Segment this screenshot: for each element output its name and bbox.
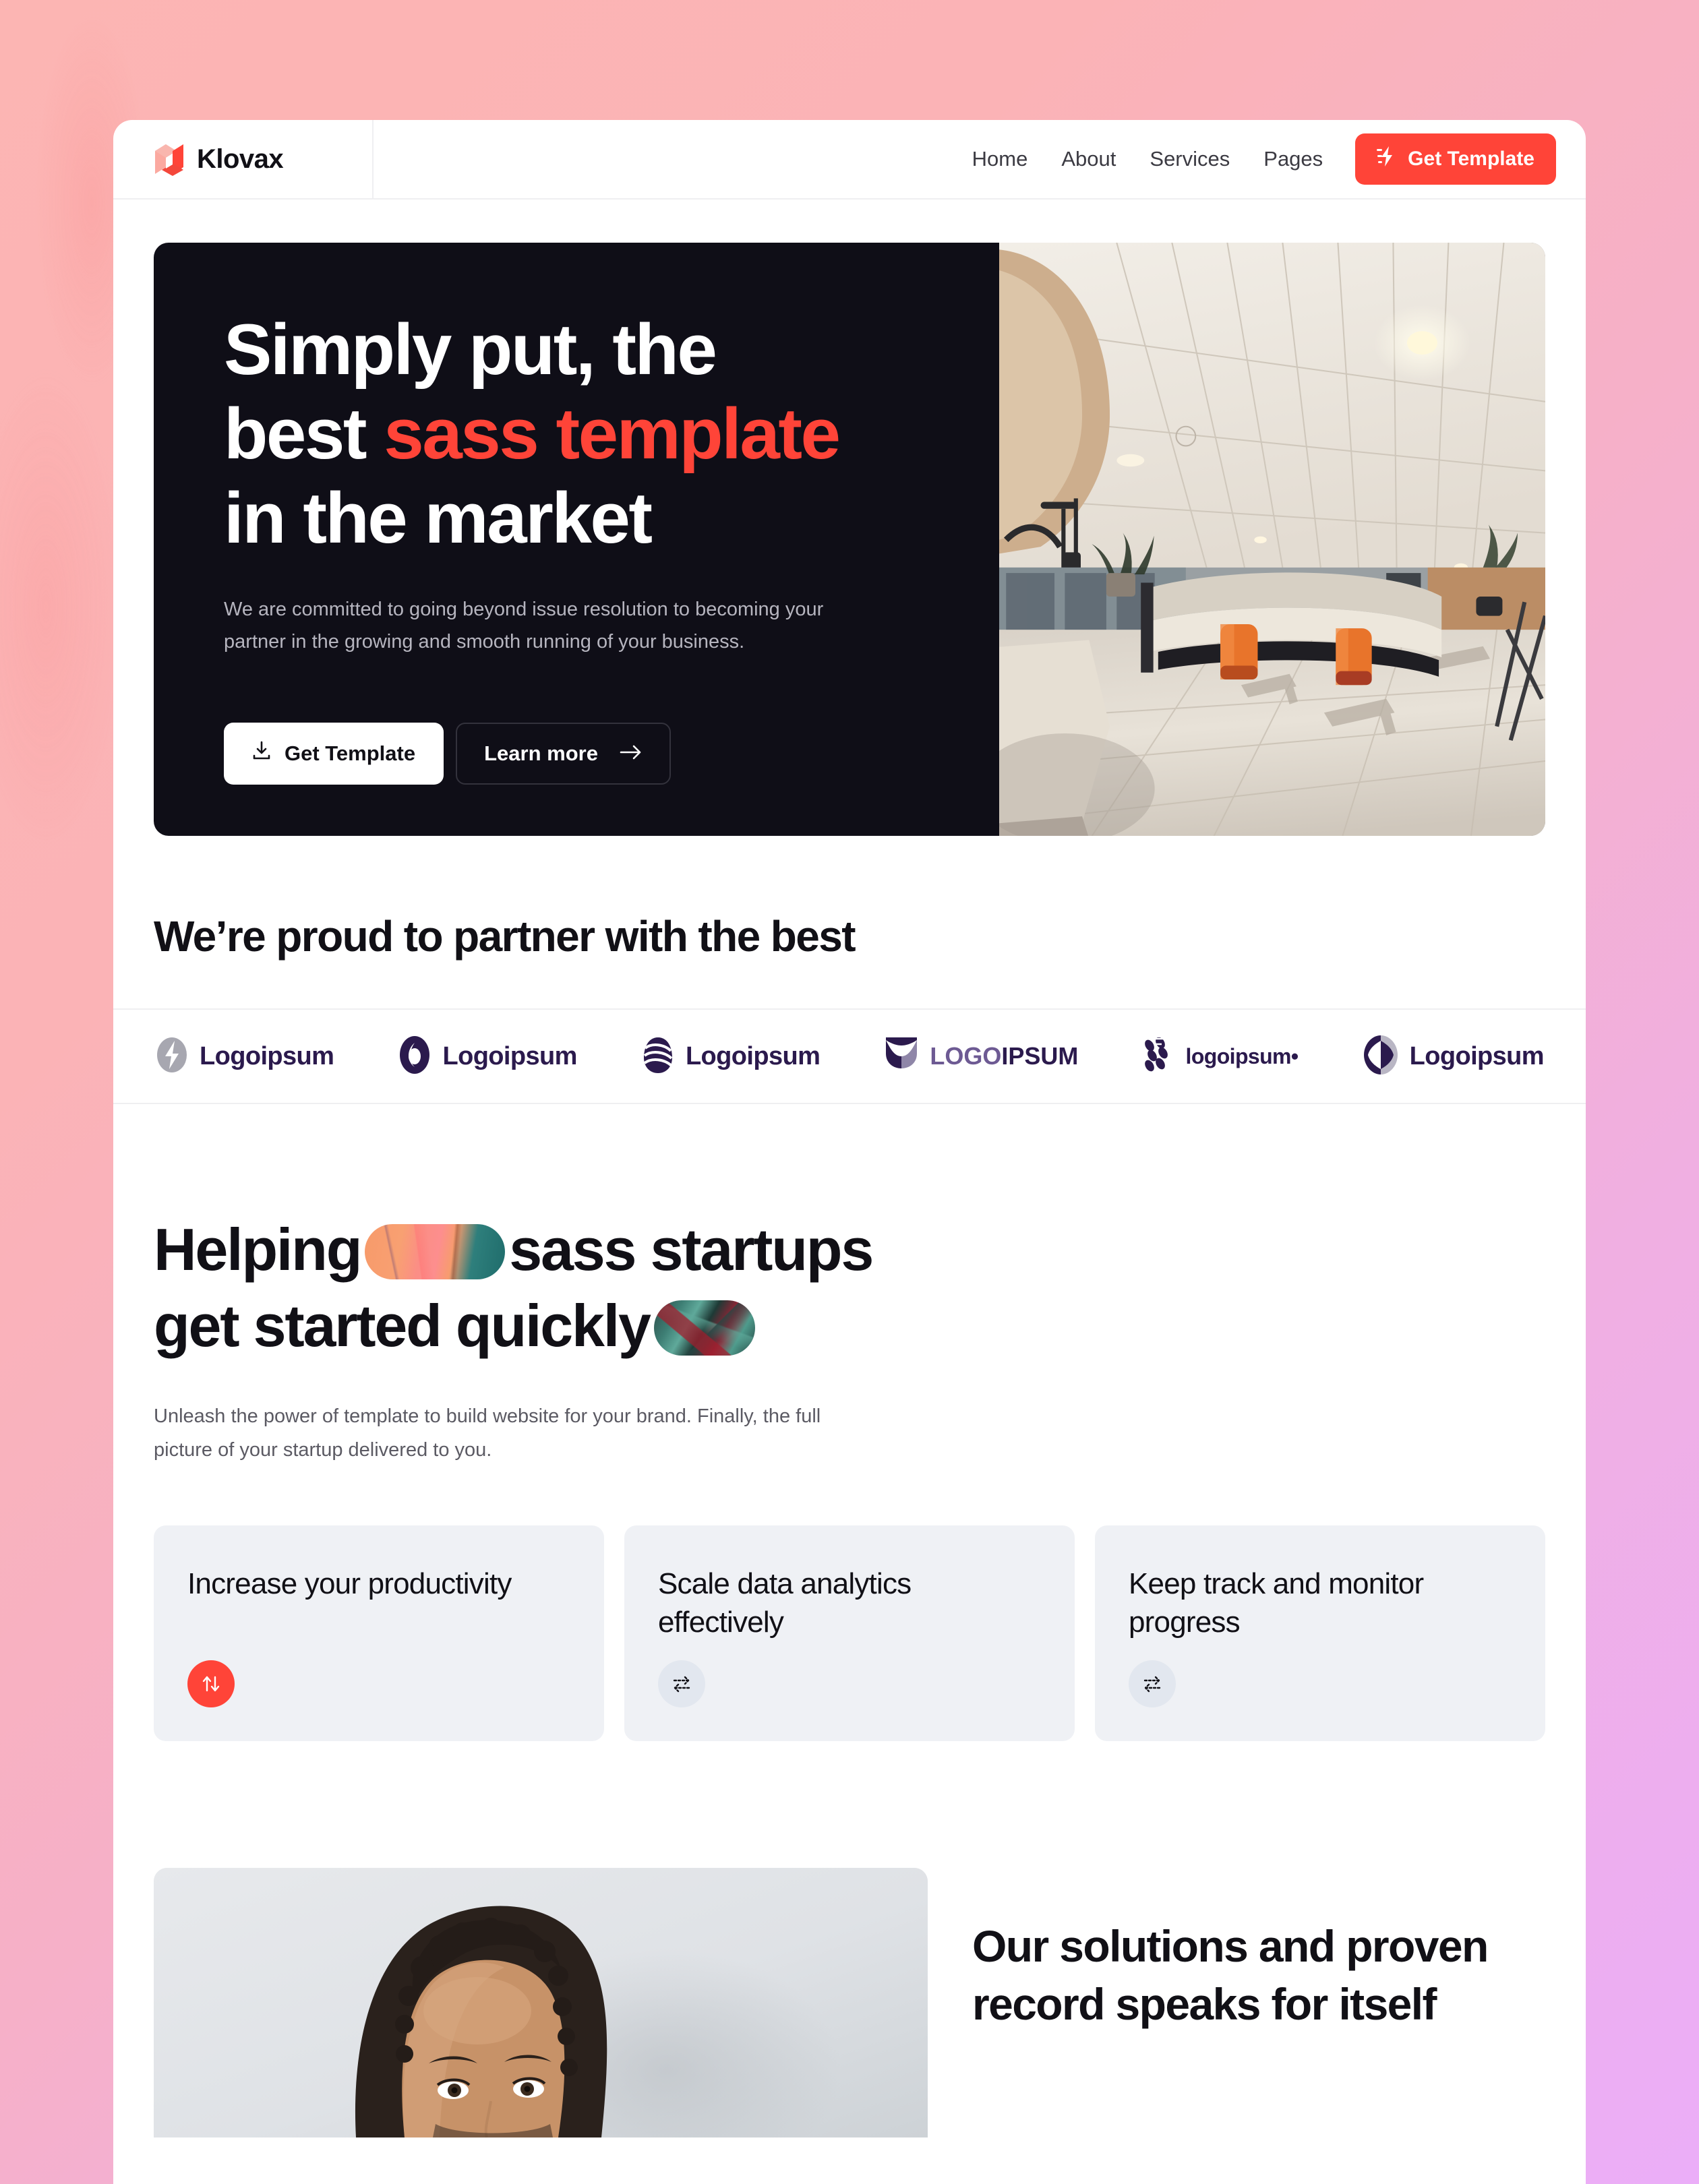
navbar: Klovax Home About Services Pages Get Tem… <box>113 120 1586 200</box>
hero-title-line3: in the market <box>224 477 653 559</box>
brand-logo[interactable]: Klovax <box>113 120 374 198</box>
helping-subtitle: Unleash the power of template to build w… <box>154 1405 821 1461</box>
hero-title-accent: sass template <box>384 393 841 475</box>
nav-link-pages[interactable]: Pages <box>1263 147 1323 171</box>
oval-drop-logo-icon <box>398 1035 431 1079</box>
feature-card-2-title: Scale data analytics effectively <box>658 1567 912 1639</box>
hero-learn-more-label: Learn more <box>484 741 598 765</box>
partner-label-4-pre: LOGO <box>930 1042 1002 1070</box>
feature-card-1-title: Increase your productivity <box>187 1567 512 1600</box>
hero-title-line1: Simply put, the <box>224 309 717 390</box>
portrait-curly-hair-person-photo <box>154 1868 928 2137</box>
feature-card-2[interactable]: Scale data analytics effectively <box>624 1525 1075 1741</box>
abstract-orange-teal-pill-image <box>365 1224 506 1279</box>
hero-subtitle: We are committed to going beyond issue r… <box>224 598 824 653</box>
feature-card-1[interactable]: Increase your productivity <box>154 1525 604 1741</box>
get-template-nav-label: Get Template <box>1408 148 1534 170</box>
arrows-up-down-icon <box>187 1660 235 1707</box>
partner-logo-5[interactable]: logoipsum• <box>1143 1037 1299 1076</box>
partner-label-4-post: IPSUM <box>1001 1042 1079 1070</box>
partner-logo-1[interactable]: Logoipsum <box>155 1035 334 1078</box>
solutions-content: Our solutions and proven record speaks f… <box>972 1868 1545 2137</box>
partner-logo-2[interactable]: Logoipsum <box>398 1035 577 1079</box>
helping-section: Helping sass startups get started quickly… <box>113 1104 1586 1741</box>
solutions-title-line2: record speaks for itself <box>972 1978 1437 2029</box>
partner-label-2: Logoipsum <box>442 1041 577 1070</box>
hero-get-template-label: Get Template <box>285 741 416 765</box>
arrows-left-right-icon <box>658 1660 705 1707</box>
get-template-nav-button[interactable]: Get Template <box>1355 133 1556 185</box>
abstract-green-red-pill-image <box>653 1300 755 1356</box>
partner-label-6: Logoipsum <box>1409 1041 1545 1070</box>
helping-title-part1: Helping <box>154 1216 362 1283</box>
wave-egg-logo-icon <box>641 1035 675 1079</box>
hero-title-line2-pre: best <box>224 393 384 475</box>
partners-section: We’re proud to partner with the best Log… <box>113 836 1586 1104</box>
dots-diagonal-logo-icon <box>1143 1037 1175 1076</box>
helping-title-part3: get started quickly <box>154 1292 651 1359</box>
partners-title: We’re proud to partner with the best <box>154 912 856 961</box>
partner-logo-4[interactable]: LOGOIPSUM <box>884 1036 1078 1077</box>
lightning-bolt-icon <box>1377 146 1397 173</box>
nav-link-about[interactable]: About <box>1061 147 1116 171</box>
arrow-right-icon <box>620 741 643 766</box>
partner-logo-6[interactable]: Logoipsum <box>1363 1034 1545 1079</box>
feature-card-3-title: Keep track and monitor progress <box>1129 1567 1424 1639</box>
diamond-lens-logo-icon <box>1363 1034 1399 1079</box>
hero-actions: Get Template Learn more <box>224 722 999 785</box>
nav-link-home[interactable]: Home <box>972 147 1028 171</box>
bolt-ellipse-logo-icon <box>155 1035 189 1078</box>
klovax-n-logo-icon <box>154 142 185 176</box>
partners-header: We’re proud to partner with the best <box>113 836 1586 961</box>
page-container: Klovax Home About Services Pages Get Tem… <box>113 120 1586 2184</box>
brand-name: Klovax <box>197 144 284 174</box>
download-icon <box>252 741 271 766</box>
partners-logo-strip: Logoipsum Logoipsum Logoipsum LOGOIPSUM … <box>113 1008 1586 1104</box>
partner-logo-3[interactable]: Logoipsum <box>641 1035 821 1079</box>
hero-section: Simply put, the best sass template in th… <box>154 243 1545 836</box>
feature-cards: Increase your productivity Scale data an… <box>154 1525 1545 1741</box>
office-lobby-interior-photo <box>999 243 1545 836</box>
hero-title: Simply put, the best sass template in th… <box>224 307 999 561</box>
partner-label-3: Logoipsum <box>685 1041 821 1070</box>
nav-link-services[interactable]: Services <box>1150 147 1230 171</box>
nav-links: Home About Services Pages <box>972 147 1323 171</box>
partner-label-4: LOGOIPSUM <box>930 1042 1078 1070</box>
helping-title-part2: sass startups <box>509 1216 874 1283</box>
hero-learn-more-button[interactable]: Learn more <box>456 722 671 785</box>
solutions-title-line1: Our solutions and proven <box>972 1921 1489 1971</box>
hero-image <box>999 243 1545 836</box>
navbar-right: Home About Services Pages Get Template <box>374 120 1586 198</box>
arrows-left-right-icon <box>1129 1660 1176 1707</box>
partner-label-5: logoipsum• <box>1185 1043 1299 1068</box>
hero-get-template-button[interactable]: Get Template <box>224 722 444 785</box>
solutions-title: Our solutions and proven record speaks f… <box>972 1918 1545 2034</box>
hero-content: Simply put, the best sass template in th… <box>154 243 999 836</box>
tulip-logo-icon <box>884 1036 919 1077</box>
solutions-section: Our solutions and proven record speaks f… <box>154 1868 1545 2137</box>
partner-label-1: Logoipsum <box>200 1041 334 1070</box>
helping-title: Helping sass startups get started quickly <box>154 1212 1545 1364</box>
feature-card-3[interactable]: Keep track and monitor progress <box>1095 1525 1545 1741</box>
